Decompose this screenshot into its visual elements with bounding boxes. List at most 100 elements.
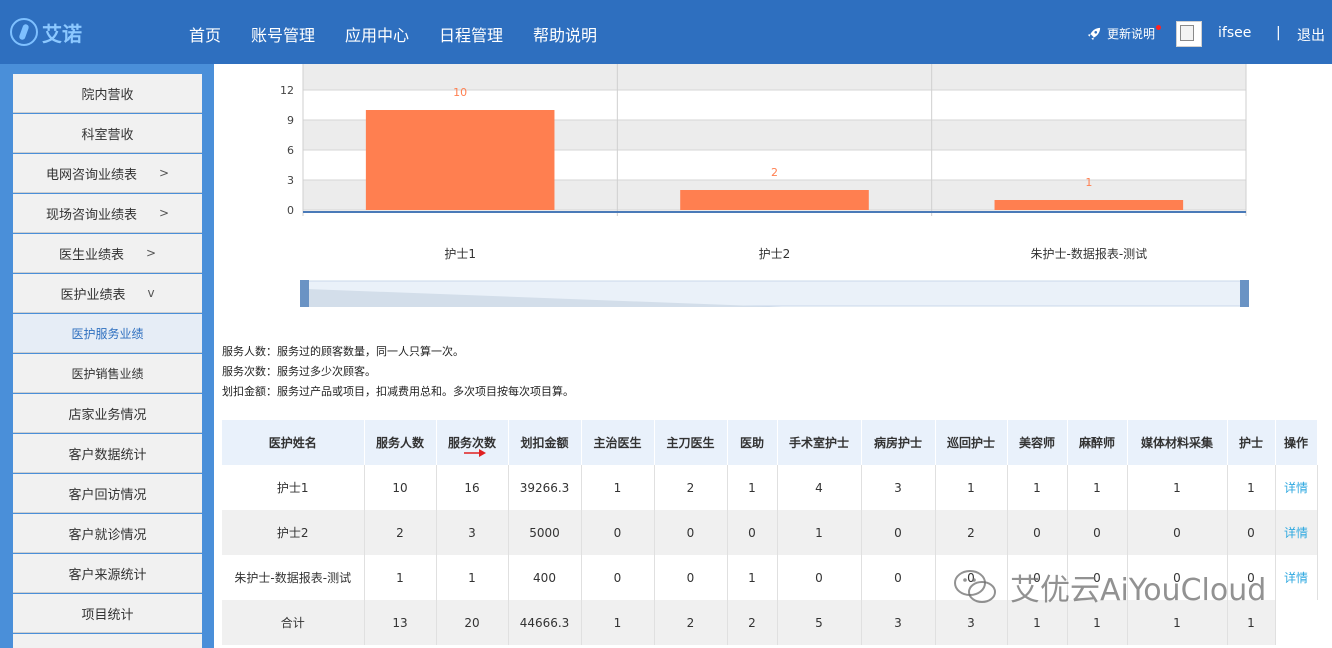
app-logo[interactable]: 艾诺: [10, 14, 82, 50]
sidebar-item-label: 医生业绩表: [58, 247, 124, 263]
bar: [680, 190, 869, 210]
cell-attending-doctor: 1: [581, 465, 655, 510]
sidebar-item-store-business[interactable]: 店家业务情况: [13, 394, 202, 433]
table-row: 护士1 10 16 39266.3 1 2 1 4 3 1 1 1 1 1 详情: [222, 465, 1318, 510]
details-link[interactable]: 详情: [1275, 555, 1318, 600]
col-header-service-people: 服务人数: [364, 420, 437, 465]
cell-deduction: 400: [508, 555, 582, 600]
col-header-assistant: 医助: [727, 420, 778, 465]
bar-data-label: 10: [453, 86, 467, 99]
chevron-right-icon: >: [158, 206, 170, 220]
wechat-icon: [954, 570, 996, 603]
details-link[interactable]: 详情: [1275, 510, 1318, 555]
update-notes-link[interactable]: 更新说明: [1087, 25, 1155, 42]
nurse-performance-table: 医护姓名 服务人数 服务次数 划扣金额 主治医生 主刀医生 医助 手术室护士 病…: [222, 420, 1318, 645]
col-header-circulating-nurse: 巡回护士: [935, 420, 1008, 465]
sidebar-item-department-revenue[interactable]: 科室营收: [13, 114, 202, 153]
watermark: 艾优云AiYouCloud: [952, 565, 1266, 609]
sidebar-item-onsite-consult[interactable]: 现场咨询业绩表 >: [13, 194, 202, 233]
bar: [365, 110, 555, 210]
sidebar-item-nurse-sales[interactable]: 医护销售业绩: [13, 354, 202, 393]
sidebar-item-nurse-service[interactable]: 医护服务业绩: [13, 314, 202, 353]
avatar[interactable]: [1176, 21, 1202, 47]
nav-account-management[interactable]: 账号管理: [251, 22, 315, 46]
col-header-beautician: 美容师: [1007, 420, 1068, 465]
sidebar-item-project-stats[interactable]: 项目统计: [13, 594, 202, 633]
cell-anesthetist: 1: [1067, 465, 1128, 510]
cell-anesthetist: 0: [1067, 510, 1128, 555]
nav-app-center[interactable]: 应用中心: [345, 22, 409, 46]
col-header-or-nurse: 手术室护士: [777, 420, 862, 465]
x-category-label: 朱护士-数据报表-测试: [1030, 246, 1147, 261]
service-count-header-wrap: 服务次数: [448, 434, 496, 457]
y-tick-label: 0: [287, 204, 294, 217]
details-link[interactable]: 详情: [1275, 465, 1318, 510]
bar-chart: 0 3 6 9 12 15 10 护士1 2 护士2 1 朱护士-数据报表-测试: [280, 64, 1249, 307]
cell-circulating-nurse: 1: [935, 465, 1008, 510]
username[interactable]: ifsee: [1218, 25, 1251, 41]
col-header-attending-doctor: 主治医生: [581, 420, 655, 465]
sidebar-item-customer-source[interactable]: 客户来源统计: [13, 554, 202, 593]
nav-help[interactable]: 帮助说明: [533, 22, 597, 46]
cell-surgeon: 0: [654, 510, 728, 555]
cell-name: 护士2: [222, 510, 365, 555]
top-navbar: 艾诺 首页 账号管理 应用中心 日程管理 帮助说明 更新说明 ifsee | 退…: [0, 0, 1332, 64]
x-category-label: 护士1: [444, 247, 476, 261]
sidebar-item-customer-data[interactable]: 客户数据统计: [13, 434, 202, 473]
col-header-surgeon: 主刀医生: [654, 420, 728, 465]
sidebar-item-label: 院内营收: [81, 87, 134, 103]
cell-total-deduction: 44666.3: [508, 600, 582, 645]
col-header-name: 医护姓名: [222, 420, 365, 465]
sidebar-item-hospital-revenue[interactable]: 院内营收: [13, 74, 202, 113]
cell-or-nurse: 4: [777, 465, 862, 510]
watermark-text: 艾优云AiYouCloud: [1010, 573, 1267, 608]
bar: [994, 200, 1184, 210]
logo-icon: [10, 18, 38, 46]
note-service-count: 服务次数：服务过多少次顾客。: [222, 365, 376, 378]
header-separator: |: [1276, 25, 1281, 41]
col-header-action: 操作: [1275, 420, 1318, 465]
sidebar-item-customer-visits[interactable]: 客户就诊情况: [13, 514, 202, 553]
nav-schedule-management[interactable]: 日程管理: [439, 22, 503, 46]
sidebar-item-online-consult[interactable]: 电网咨询业绩表 >: [13, 154, 202, 193]
cell-attending-doctor: 0: [581, 510, 655, 555]
cell-ward-nurse: 3: [861, 465, 936, 510]
col-header-nurse: 护士: [1227, 420, 1276, 465]
col-header-media-collection: 媒体材料采集: [1127, 420, 1228, 465]
sidebar-item-customer-followup[interactable]: 客户回访情况: [13, 474, 202, 513]
cell-media-collection: 0: [1127, 510, 1228, 555]
sidebar-item-label: 项目统计: [81, 607, 134, 623]
cell-assistant: 1: [727, 555, 778, 600]
rocket-icon: [1087, 27, 1101, 40]
cell-attending-doctor: 0: [581, 555, 655, 600]
col-header-ward-nurse: 病房护士: [861, 420, 936, 465]
cell-service-people: 2: [364, 510, 437, 555]
cell-assistant: 0: [727, 510, 778, 555]
cell-service-count: 16: [436, 465, 509, 510]
sidebar-item-doctor-performance[interactable]: 医生业绩表 >: [13, 234, 202, 273]
nav-home[interactable]: 首页: [189, 22, 221, 46]
cell-ward-nurse: 0: [861, 555, 936, 600]
sidebar-item-more[interactable]: [13, 634, 202, 648]
logout-button[interactable]: 退出: [1297, 25, 1325, 45]
cell-name: 护士1: [222, 465, 365, 510]
cell-total-surgeon: 2: [654, 600, 728, 645]
col-header-deduction: 划扣金额: [508, 420, 582, 465]
sidebar-item-label: 科室营收: [81, 127, 134, 143]
update-notes-label: 更新说明: [1107, 27, 1156, 41]
cell-deduction: 5000: [508, 510, 582, 555]
notification-dot: [1156, 25, 1161, 30]
chevron-right-icon: >: [145, 246, 157, 260]
cell-assistant: 1: [727, 465, 778, 510]
cell-service-people: 1: [364, 555, 437, 600]
sidebar-item-label: 电网咨询业绩表: [45, 167, 137, 183]
cell-total-assistant: 2: [727, 600, 778, 645]
red-arrow-icon: [463, 449, 486, 457]
bar-data-label: 1: [1085, 176, 1092, 189]
sidebar-item-label: 客户来源统计: [68, 567, 147, 583]
cell-name: 朱护士-数据报表-测试: [222, 555, 365, 600]
sidebar-item-nurse-performance[interactable]: 医护业绩表 v: [13, 274, 202, 313]
cell-total-attending-doctor: 1: [581, 600, 655, 645]
cell-service-people: 10: [364, 465, 437, 510]
sidebar-item-label: 客户回访情况: [68, 487, 147, 503]
